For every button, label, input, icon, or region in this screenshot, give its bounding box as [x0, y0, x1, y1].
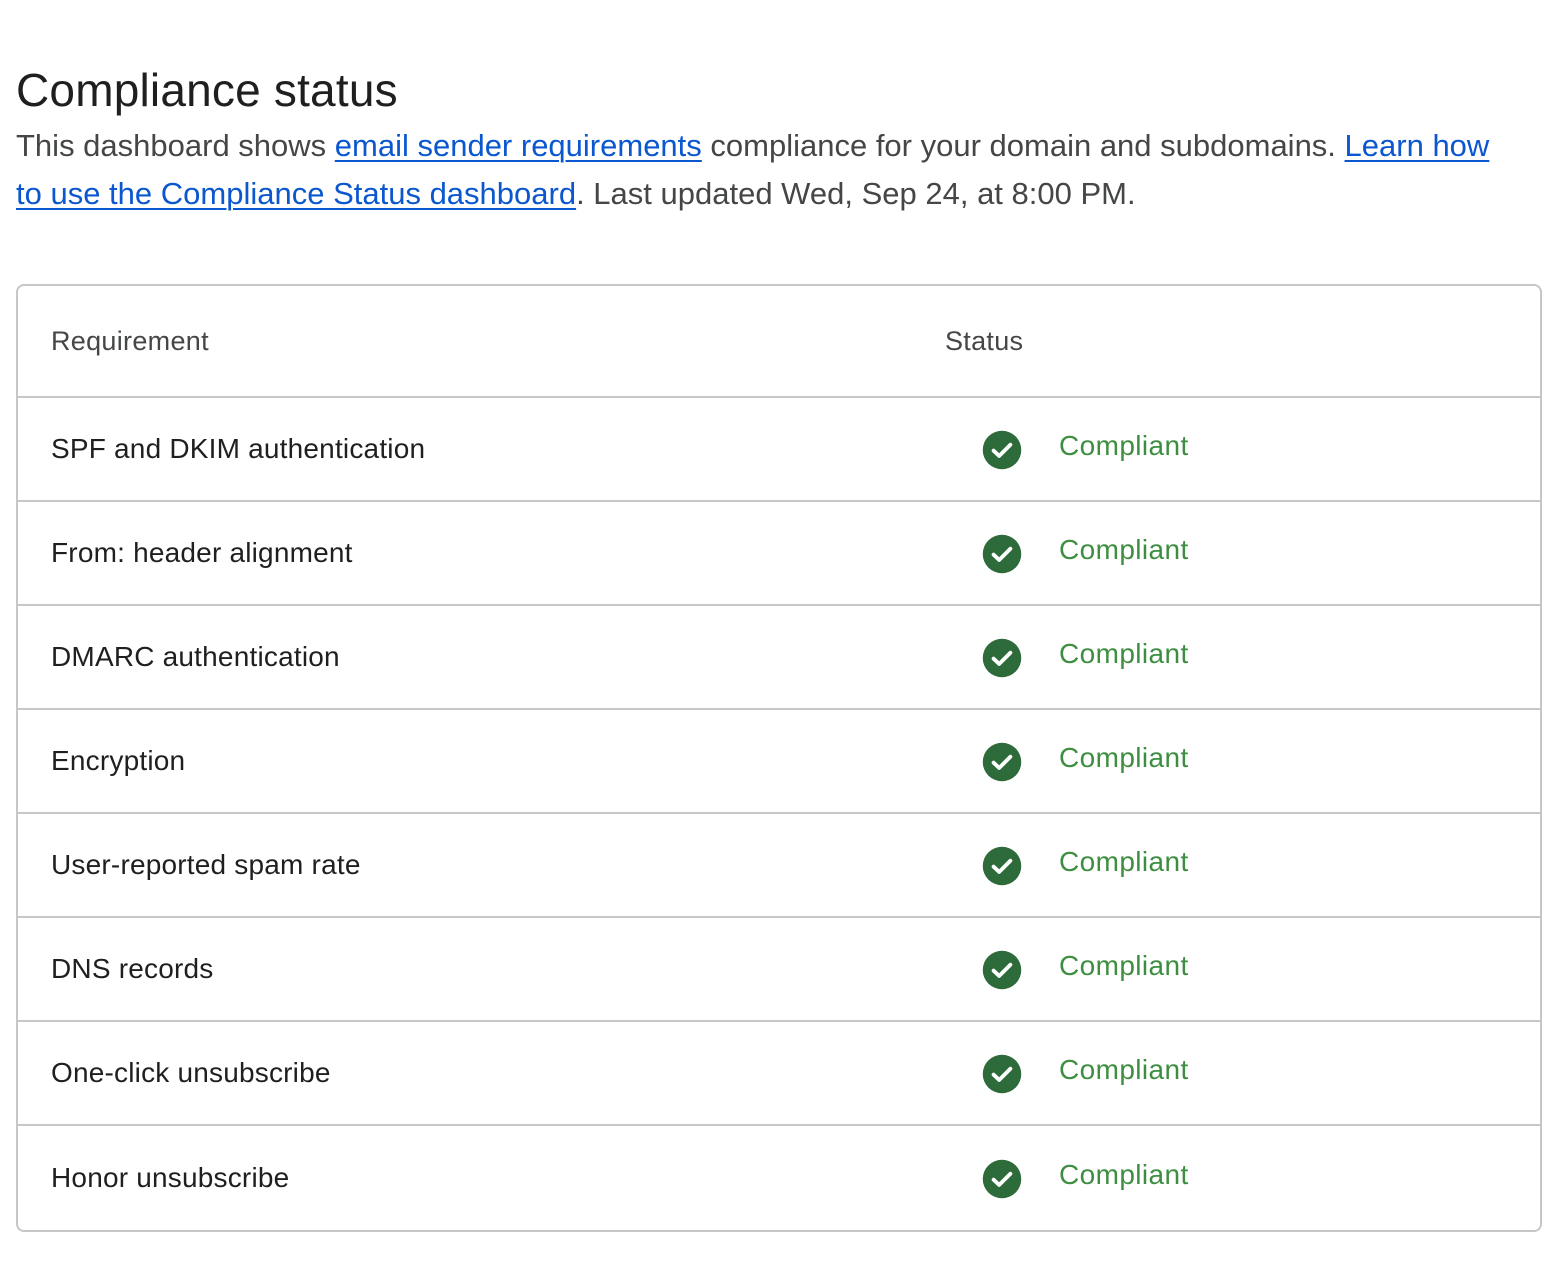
page-description: This dashboard shows email sender requir… [16, 122, 1516, 218]
column-header-status: Status [945, 325, 1024, 356]
table-row: SPF and DKIM authentication Compliant [18, 398, 1540, 502]
status-cell: Compliant [945, 1156, 1540, 1200]
status-cell: Compliant [945, 427, 1540, 471]
table-row: User-reported spam rate Compliant [18, 814, 1540, 918]
description-middle: compliance for your domain and subdomain… [701, 128, 1345, 163]
status-badge: Compliant [1059, 846, 1189, 877]
check-circle-icon [982, 742, 1022, 782]
table-body: SPF and DKIM authentication Compliant From… [18, 398, 1540, 1230]
check-circle-icon [982, 846, 1022, 886]
description-prefix: This dashboard shows [16, 128, 335, 163]
check-circle-icon [982, 534, 1022, 574]
requirement-cell: Encryption [51, 745, 186, 776]
column-header-requirement: Requirement [51, 325, 209, 356]
status-badge: Compliant [1059, 430, 1189, 461]
table-header: Requirement Status [18, 286, 1540, 398]
status-cell: Compliant [945, 843, 1540, 887]
table-row: From: header alignment Compliant [18, 502, 1540, 606]
check-circle-icon [982, 950, 1022, 990]
check-circle-icon [982, 1054, 1022, 1094]
status-badge: Compliant [1059, 742, 1189, 773]
status-badge: Compliant [1059, 1054, 1189, 1085]
requirement-cell: DNS records [51, 953, 214, 984]
status-badge: Compliant [1059, 950, 1189, 981]
last-updated-text: . Last updated Wed, Sep 24, at 8:00 PM. [576, 176, 1136, 211]
status-cell: Compliant [945, 947, 1540, 991]
status-cell: Compliant [945, 1051, 1540, 1095]
requirement-cell: SPF and DKIM authentication [51, 433, 426, 464]
table-row: One-click unsubscribe Compliant [18, 1022, 1540, 1126]
requirement-cell: From: header alignment [51, 537, 353, 568]
table-row: DNS records Compliant [18, 918, 1540, 1022]
requirement-cell: User-reported spam rate [51, 849, 361, 880]
check-circle-icon [982, 430, 1022, 470]
check-circle-icon [982, 638, 1022, 678]
table-row: Honor unsubscribe Compliant [18, 1126, 1540, 1230]
requirement-cell: Honor unsubscribe [51, 1162, 290, 1193]
status-cell: Compliant [945, 635, 1540, 679]
compliance-table: Requirement Status SPF and DKIM authenti… [16, 284, 1542, 1232]
status-badge: Compliant [1059, 638, 1189, 669]
table-row: DMARC authentication Compliant [18, 606, 1540, 710]
requirement-cell: DMARC authentication [51, 641, 340, 672]
page-title: Compliance status [16, 64, 398, 116]
status-badge: Compliant [1059, 534, 1189, 565]
table-row: Encryption Compliant [18, 710, 1540, 814]
compliance-status-page: Compliance status This dashboard shows e… [16, 58, 1544, 1232]
status-cell: Compliant [945, 531, 1540, 575]
status-badge: Compliant [1059, 1159, 1189, 1190]
check-circle-icon [982, 1159, 1022, 1199]
requirement-cell: One-click unsubscribe [51, 1057, 331, 1088]
email-sender-requirements-link[interactable]: email sender requirements [335, 128, 702, 163]
status-cell: Compliant [945, 739, 1540, 783]
